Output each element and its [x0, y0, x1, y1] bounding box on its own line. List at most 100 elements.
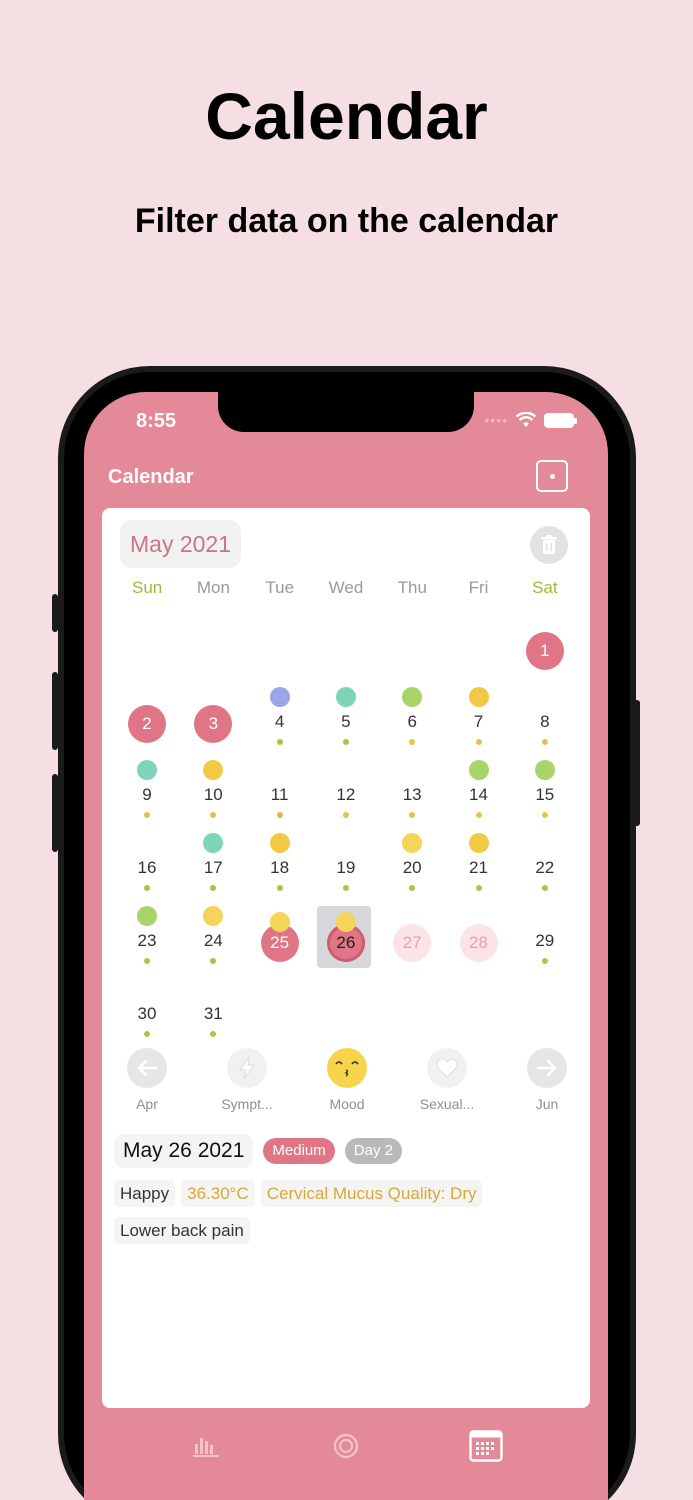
calendar-day[interactable]: 27 — [379, 910, 445, 983]
mute-switch — [52, 594, 58, 632]
calendar-day[interactable]: 17 — [180, 833, 246, 910]
calendar-day[interactable]: 8 — [512, 691, 578, 764]
day-number: 30 — [137, 1004, 157, 1023]
calendar-day[interactable]: 6 — [379, 687, 445, 764]
calendar-day[interactable]: 23 — [114, 906, 180, 983]
mood-label: Mood — [329, 1096, 365, 1112]
period-day-marker: 3 — [194, 705, 233, 743]
day-number: 10 — [203, 785, 223, 804]
calendar-day[interactable]: 29 — [512, 910, 578, 983]
predicted-day-marker: 28 — [459, 924, 498, 962]
sexual-filter[interactable]: Sexual... — [402, 1048, 492, 1112]
mood-filter[interactable]: Mood — [302, 1048, 392, 1112]
entry-dot — [342, 812, 349, 818]
promo-title: Calendar — [205, 79, 488, 153]
symptom-tag: Lower back pain — [114, 1217, 250, 1244]
tab-calendar[interactable] — [468, 1428, 504, 1464]
square-dot-icon[interactable] — [536, 460, 568, 492]
entry-dot — [342, 739, 349, 745]
calendar-day[interactable]: 19 — [313, 837, 379, 910]
calendar-day[interactable]: 30 — [114, 983, 180, 1056]
calendar-day[interactable]: 21 — [446, 833, 512, 910]
mood-emoji-icon — [269, 912, 290, 932]
calendar-day[interactable]: 12 — [313, 764, 379, 837]
entry-dot — [342, 885, 349, 891]
weekday-header: Sun Mon Tue Wed Thu Fri Sat — [114, 578, 578, 598]
mood-emoji-icon — [468, 687, 489, 707]
entry-dot — [210, 885, 217, 891]
calendar-day[interactable]: 25 — [247, 910, 313, 983]
calendar-day[interactable]: 16 — [114, 837, 180, 910]
calendar-day[interactable]: 14 — [446, 760, 512, 837]
tab-cycle[interactable] — [328, 1428, 364, 1464]
trash-icon[interactable] — [530, 526, 568, 564]
entry-dot — [541, 885, 548, 891]
calendar-day[interactable]: 13 — [379, 764, 445, 837]
calendar-day[interactable]: 2 — [114, 691, 180, 764]
month-picker[interactable]: May 2021 — [120, 520, 242, 568]
entry-dot — [210, 812, 217, 818]
mood-emoji-icon — [468, 833, 489, 853]
day-number: 29 — [535, 931, 555, 950]
day-number: 16 — [137, 858, 157, 877]
weekday-label: Tue — [265, 578, 295, 597]
mood-emoji-icon — [402, 833, 423, 853]
entry-dot — [409, 812, 416, 818]
notch — [218, 392, 474, 432]
calendar-day[interactable]: 1 — [512, 618, 578, 691]
tab-stats[interactable] — [188, 1428, 224, 1464]
day-number: 15 — [535, 785, 555, 804]
app-screen: 8:55 •••• Calendar May 2021 Sun Mon Tue … — [84, 392, 608, 1500]
weekday-label: Mon — [196, 578, 230, 597]
calendar-day[interactable]: 10 — [180, 760, 246, 837]
arrow-right-icon — [527, 1048, 567, 1088]
entry-dot — [541, 958, 548, 964]
day-number: 7 — [473, 712, 484, 731]
calendar-day[interactable]: 28 — [446, 910, 512, 983]
day-number: 14 — [469, 785, 488, 804]
battery-icon — [544, 412, 577, 428]
entry-dot — [210, 958, 217, 964]
calendar-day[interactable]: 5 — [313, 687, 379, 764]
status-icons: •••• — [484, 412, 577, 428]
prev-month-button[interactable]: Apr — [102, 1048, 192, 1112]
arrow-left-icon — [127, 1048, 167, 1088]
weekday-label: Sun — [132, 578, 163, 597]
day-number: 4 — [274, 712, 285, 731]
mood-emoji-icon — [137, 906, 157, 926]
calendar-day[interactable]: 3 — [180, 691, 246, 764]
day-number: 12 — [336, 785, 356, 804]
cycle-day-badge: Day 2 — [344, 1138, 402, 1164]
mood-emoji-icon — [137, 760, 157, 780]
symptoms-filter[interactable]: Sympt... — [202, 1048, 292, 1112]
next-month-button[interactable]: Jun — [502, 1048, 592, 1112]
calendar-day[interactable]: 20 — [379, 833, 445, 910]
calendar-day[interactable]: 15 — [512, 760, 578, 837]
calendar-card: May 2021 Sun Mon Tue Wed Thu Fri Sat 123… — [102, 508, 590, 1408]
day-number: 20 — [402, 858, 422, 877]
entry-dot — [541, 812, 548, 818]
selected-date: May 26 2021 — [114, 1134, 254, 1168]
calendar-day[interactable]: 11 — [247, 764, 313, 837]
calendar-day[interactable]: 24 — [180, 906, 246, 983]
symptoms-label: Sympt... — [221, 1096, 273, 1112]
calendar-day[interactable]: 9 — [114, 760, 180, 837]
day-number: 23 — [137, 931, 157, 950]
calendar-day[interactable]: 7 — [446, 687, 512, 764]
day-number: 6 — [407, 712, 417, 731]
day-number: 11 — [270, 785, 289, 804]
calendar-day[interactable]: 22 — [512, 837, 578, 910]
kissing-face-icon — [327, 1048, 367, 1088]
calendar-day[interactable]: 31 — [180, 983, 246, 1056]
mood-emoji-icon — [203, 906, 224, 926]
day-number: 18 — [270, 858, 290, 877]
mood-tag: Happy — [114, 1180, 176, 1207]
calendar-day[interactable]: 4 — [247, 687, 313, 764]
mood-emoji-icon — [468, 760, 489, 780]
calendar-icon — [469, 1430, 503, 1462]
calendar-day[interactable]: 26 — [313, 906, 379, 983]
lightning-icon — [227, 1048, 267, 1088]
calendar-day[interactable]: 18 — [247, 833, 313, 910]
day-tags: Happy 36.30°C Cervical Mucus Quality: Dr… — [114, 1180, 578, 1254]
sexual-label: Sexual... — [419, 1096, 475, 1112]
